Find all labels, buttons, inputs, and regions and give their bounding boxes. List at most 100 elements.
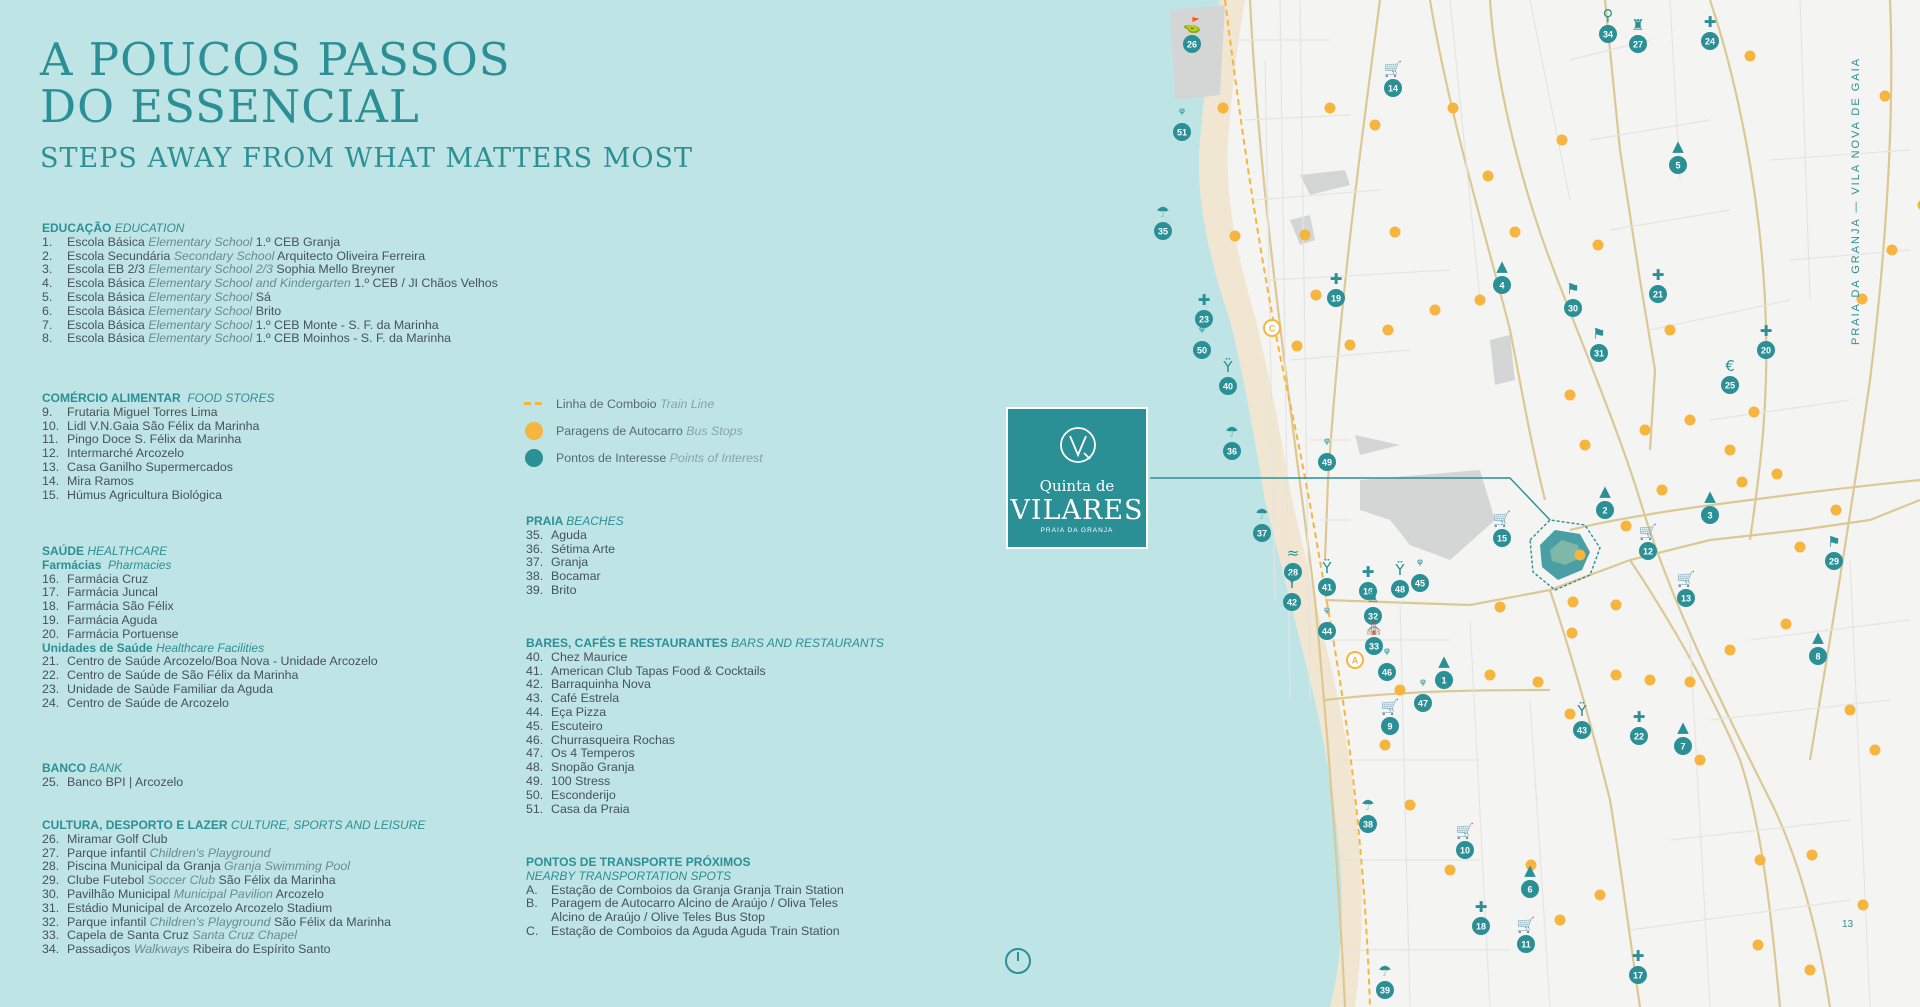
- quinta-de-vilares-logo[interactable]: Quinta de VILARES PRAIA DA GRANJA: [1006, 407, 1148, 549]
- bus-stop-dot[interactable]: [1579, 439, 1591, 451]
- bus-stop-dot[interactable]: [1444, 864, 1456, 876]
- bus-stop-dot[interactable]: [1771, 468, 1783, 480]
- poi-marker[interactable]: ☂ 39: [1376, 962, 1394, 999]
- bus-stop-dot[interactable]: [1429, 304, 1441, 316]
- bus-stop-dot[interactable]: [1744, 50, 1756, 62]
- poi-marker[interactable]: ▲7: [1674, 718, 1692, 755]
- bus-stop-dot[interactable]: [1564, 389, 1576, 401]
- train-station-marker[interactable]: A: [1346, 651, 1364, 669]
- bus-stop-dot[interactable]: [1620, 520, 1632, 532]
- bus-stop-dot[interactable]: [1291, 340, 1303, 352]
- bus-stop-dot[interactable]: [1229, 230, 1241, 242]
- bus-stop-dot[interactable]: [1694, 754, 1706, 766]
- bus-stop-dot[interactable]: [1780, 618, 1792, 630]
- bus-stop-dot[interactable]: [1310, 289, 1322, 301]
- poi-marker[interactable]: ⚑ 31: [1590, 325, 1608, 362]
- poi-marker[interactable]: €25: [1721, 357, 1739, 394]
- bus-stop-dot[interactable]: [1684, 676, 1696, 688]
- bus-stop-dot[interactable]: [1610, 599, 1622, 611]
- poi-marker[interactable]: ▲6: [1521, 861, 1539, 898]
- bus-stop-dot[interactable]: [1217, 102, 1229, 114]
- bus-stop-dot[interactable]: [1299, 229, 1311, 241]
- bus-stop-dot[interactable]: [1724, 644, 1736, 656]
- poi-marker[interactable]: 🛒 10: [1456, 822, 1475, 859]
- bus-stop-dot[interactable]: [1494, 601, 1506, 613]
- bus-stop-dot[interactable]: [1394, 684, 1406, 696]
- poi-marker[interactable]: ▲5: [1669, 137, 1687, 174]
- bus-stop-dot[interactable]: [1404, 799, 1416, 811]
- poi-marker[interactable]: ♜ 27: [1629, 16, 1647, 53]
- bus-stop-dot[interactable]: [1566, 627, 1578, 639]
- bus-stop-dot[interactable]: [1324, 102, 1336, 114]
- bus-stop-dot[interactable]: [1664, 324, 1676, 336]
- cross-icon: ✚: [1704, 13, 1717, 31]
- poi-marker[interactable]: 🛒 13: [1677, 570, 1696, 607]
- poi-marker[interactable]: ✚ 17: [1629, 947, 1647, 984]
- poi-marker[interactable]: ✚ 18: [1472, 898, 1490, 935]
- poi-marker[interactable]: ⚑ 30: [1564, 280, 1582, 317]
- poi-marker-label: 17: [1633, 971, 1643, 981]
- bus-stop-dot[interactable]: [1594, 889, 1606, 901]
- food-store-item: 12. Intermarché Arcozelo: [42, 446, 185, 461]
- poi-marker[interactable]: 🛒9: [1381, 698, 1400, 735]
- bus-stop-dot[interactable]: [1830, 504, 1842, 516]
- poi-marker[interactable]: ⛪ 33: [1365, 617, 1384, 655]
- bus-stop-dot[interactable]: [1794, 541, 1806, 553]
- poi-marker[interactable]: ▲2: [1596, 482, 1614, 519]
- bus-stop-dot[interactable]: [1806, 849, 1818, 861]
- bus-stop-dot[interactable]: [1509, 226, 1521, 238]
- bus-stop-dot[interactable]: [1857, 899, 1869, 911]
- bus-stop-dot[interactable]: [1379, 739, 1391, 751]
- poi-marker[interactable]: Ÿ 48: [1391, 560, 1409, 598]
- area-map[interactable]: ⛳ 26 ᵠ 51 🛒 14 ⚲ 34 ♜ 27 ✚ 24 ▲ 5 ☂ 35 ✚ 19 ▲ 4 ⚑ 30 ✚ 21 ✚ 23 ᵠ 50…: [1150, 0, 1920, 1007]
- bus-stop-dot[interactable]: [1532, 676, 1544, 688]
- poi-marker[interactable]: 🛒 14: [1384, 60, 1403, 97]
- poi-marker[interactable]: 🛒 15: [1493, 510, 1512, 547]
- compass-icon[interactable]: [1004, 947, 1032, 975]
- culture-item: 27. Parque infantil Children's Playground: [42, 845, 271, 860]
- bus-stop-dot[interactable]: [1736, 476, 1748, 488]
- bus-stop-dot[interactable]: [1752, 939, 1764, 951]
- bus-stop-dot[interactable]: [1886, 244, 1898, 256]
- poi-marker[interactable]: ☂ 38: [1359, 796, 1377, 833]
- bus-stop-dot[interactable]: [1656, 484, 1668, 496]
- bus-stop-dot[interactable]: [1369, 119, 1381, 131]
- cross-icon: ✚: [1330, 270, 1343, 288]
- poi-marker[interactable]: ✚ 22: [1630, 708, 1648, 745]
- bus-stop-dot[interactable]: [1482, 170, 1494, 182]
- bus-stop-dot[interactable]: [1684, 414, 1696, 426]
- bus-stop-dot[interactable]: [1754, 854, 1766, 866]
- bus-stop-dot[interactable]: [1574, 549, 1586, 561]
- poi-marker[interactable]: ▲1: [1435, 652, 1453, 689]
- poi-marker[interactable]: ᵠ 44: [1318, 603, 1336, 640]
- bus-stop-dot[interactable]: [1724, 444, 1736, 456]
- bus-stop-dot[interactable]: [1610, 669, 1622, 681]
- bus-stop-dot[interactable]: [1484, 669, 1496, 681]
- bus-stop-dot[interactable]: [1389, 226, 1401, 238]
- bus-stop-dot[interactable]: [1844, 704, 1856, 716]
- bus-stop-dot[interactable]: [1447, 102, 1459, 114]
- bus-stop-dot[interactable]: [1567, 596, 1579, 608]
- bus-stop-dot[interactable]: [1804, 964, 1816, 976]
- poi-marker[interactable]: ⚑ 29: [1825, 533, 1843, 570]
- bus-stop-dot[interactable]: [1879, 90, 1891, 102]
- poi-marker[interactable]: 🛒 11: [1517, 916, 1536, 953]
- bus-stop-dot[interactable]: [1592, 239, 1604, 251]
- cart-icon: 🛒: [1517, 916, 1536, 934]
- bus-stop-dot[interactable]: [1869, 744, 1881, 756]
- train-station-marker[interactable]: C: [1263, 319, 1281, 337]
- bus-stop-dot[interactable]: [1639, 424, 1651, 436]
- poi-marker[interactable]: ᵠ 45: [1411, 555, 1429, 592]
- quinta-de-vilares-site[interactable]: [1529, 519, 1601, 591]
- bus-stop-dot[interactable]: [1474, 294, 1486, 306]
- cocktail-icon: Ÿ: [1321, 558, 1332, 577]
- poi-marker[interactable]: ▲8: [1809, 628, 1827, 665]
- bus-stop-dot[interactable]: [1554, 914, 1566, 926]
- bus-stop-dot[interactable]: [1382, 324, 1394, 336]
- bus-stop-dot[interactable]: [1748, 406, 1760, 418]
- poi-marker[interactable]: ✚ 21: [1649, 266, 1667, 303]
- bus-stop-dot[interactable]: [1556, 134, 1568, 146]
- bus-stop-dot[interactable]: [1564, 708, 1576, 720]
- bus-stop-dot[interactable]: [1344, 339, 1356, 351]
- bus-stop-dot[interactable]: [1644, 674, 1656, 686]
